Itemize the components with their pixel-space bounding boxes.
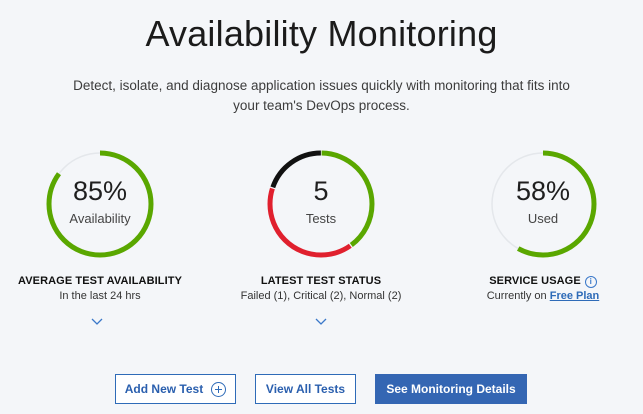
availability-period: In the last 24 hrs [59,290,141,302]
usage-gauge: 58% Used [487,148,599,260]
availability-caption: Availability [69,211,131,226]
average-test-availability-label: AVERAGE TEST AVAILABILITY [17,275,183,287]
expand-availability-chevron-down-icon[interactable] [90,316,104,326]
latest-test-status-metric: 5 Tests LATEST TEST STATUS Failed (1), C… [221,148,421,302]
usage-caption: Used [527,211,559,226]
service-usage-metric: 58% Used SERVICE USAGE i Currently on Fre… [443,148,643,302]
availability-gauge: 85% Availability [44,148,156,260]
add-new-test-button[interactable]: Add New Test [115,374,236,404]
current-plan-prefix: Currently on [486,290,547,302]
availability-value: 85% [72,176,128,206]
latest-test-status-label: LATEST TEST STATUS [260,275,382,287]
service-usage-label-row: SERVICE USAGE i [443,275,643,289]
tests-count: 5 [313,176,329,206]
current-plan: Currently on Free Plan [443,290,643,302]
availability-metric: 85% Availability AVERAGE TEST AVAILABILI… [0,148,200,302]
tests-gauge: 5 Tests [265,148,377,260]
add-circle-icon [211,381,227,397]
view-all-tests-button[interactable]: View All Tests [255,374,356,404]
usage-value: 58% [515,176,571,206]
test-status-breakdown: Failed (1), Critical (2), Normal (2) [240,290,402,302]
free-plan-link[interactable]: Free Plan [550,290,600,302]
tests-caption: Tests [305,211,337,226]
see-monitoring-details-button[interactable]: See Monitoring Details [375,374,527,404]
service-usage-label: SERVICE USAGE [489,275,581,287]
expand-test-status-chevron-down-icon[interactable] [314,316,328,326]
page-title: Availability Monitoring [145,13,498,54]
info-icon[interactable]: i [584,276,597,288]
page-subtitle: Detect, isolate, and diagnose applicatio… [73,78,570,113]
add-new-test-label: Add New Test [124,382,204,396]
